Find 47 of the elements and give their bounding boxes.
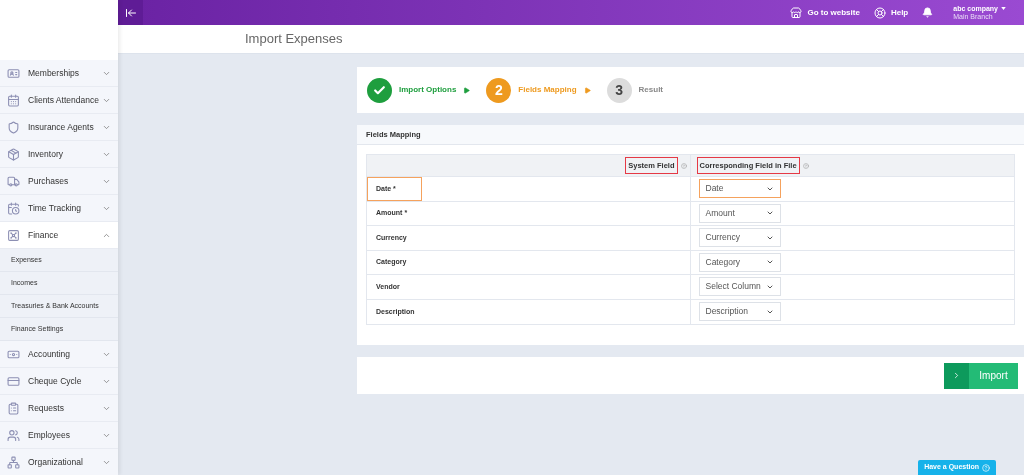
calendar-icon [7, 93, 20, 107]
topbar-link[interactable]: Help [873, 6, 909, 19]
sidebar-item[interactable]: Accounting [0, 341, 118, 368]
collapse-icon [124, 6, 137, 19]
column-select[interactable]: Date [698, 179, 781, 199]
topbar-link[interactable]: Go to website [790, 6, 860, 19]
sidebar-item[interactable]: Insurance Agents [0, 114, 118, 141]
menu-toggle-button[interactable] [118, 0, 143, 25]
users-icon [7, 428, 20, 442]
help-icon [802, 162, 809, 169]
calendar-clock-icon [7, 201, 20, 215]
notifications-icon[interactable] [922, 7, 934, 18]
column-select[interactable]: Category [698, 252, 781, 272]
box-icon [7, 147, 20, 161]
arrow-icon [583, 86, 591, 94]
step-label: Result [638, 84, 663, 96]
step-label: Fields Mapping [518, 84, 577, 96]
sidebar-item[interactable]: Requests [0, 395, 118, 422]
sidebar-item[interactable]: Inventory [0, 141, 118, 168]
chevron-right-icon [952, 371, 961, 380]
card-icon [7, 374, 20, 388]
column-select[interactable]: Currency [698, 228, 781, 248]
sidebar-item[interactable]: Clients Attendance [0, 87, 118, 114]
truck-icon [7, 174, 20, 188]
column-select[interactable]: Description [698, 302, 781, 322]
help-icon [680, 162, 687, 169]
sidebar-item[interactable]: Finance [0, 222, 118, 249]
id-card-icon [7, 66, 20, 80]
page-title: Import Expenses [245, 30, 343, 49]
sidebar-item[interactable]: Purchases [0, 168, 118, 195]
sidebar-item[interactable]: Memberships [0, 60, 118, 87]
column-select[interactable]: Select Column [698, 277, 781, 297]
column-select[interactable]: Amount [698, 203, 781, 223]
arrow-icon [463, 86, 471, 94]
clipboard-icon [7, 401, 20, 415]
safe-icon [7, 228, 20, 242]
network-icon [7, 455, 20, 469]
step-label: Import Options [399, 84, 457, 96]
check-icon [373, 83, 386, 97]
caret-icon [1001, 7, 1006, 10]
sidebar-item[interactable]: Employees [0, 422, 118, 449]
sidebar-item[interactable]: Organizational [0, 449, 118, 475]
shield-icon [7, 120, 20, 134]
help-icon [982, 463, 990, 472]
store-icon [790, 6, 803, 19]
lifebuoy-icon [873, 6, 886, 19]
sidebar-item[interactable]: Cheque Cycle [0, 368, 118, 395]
